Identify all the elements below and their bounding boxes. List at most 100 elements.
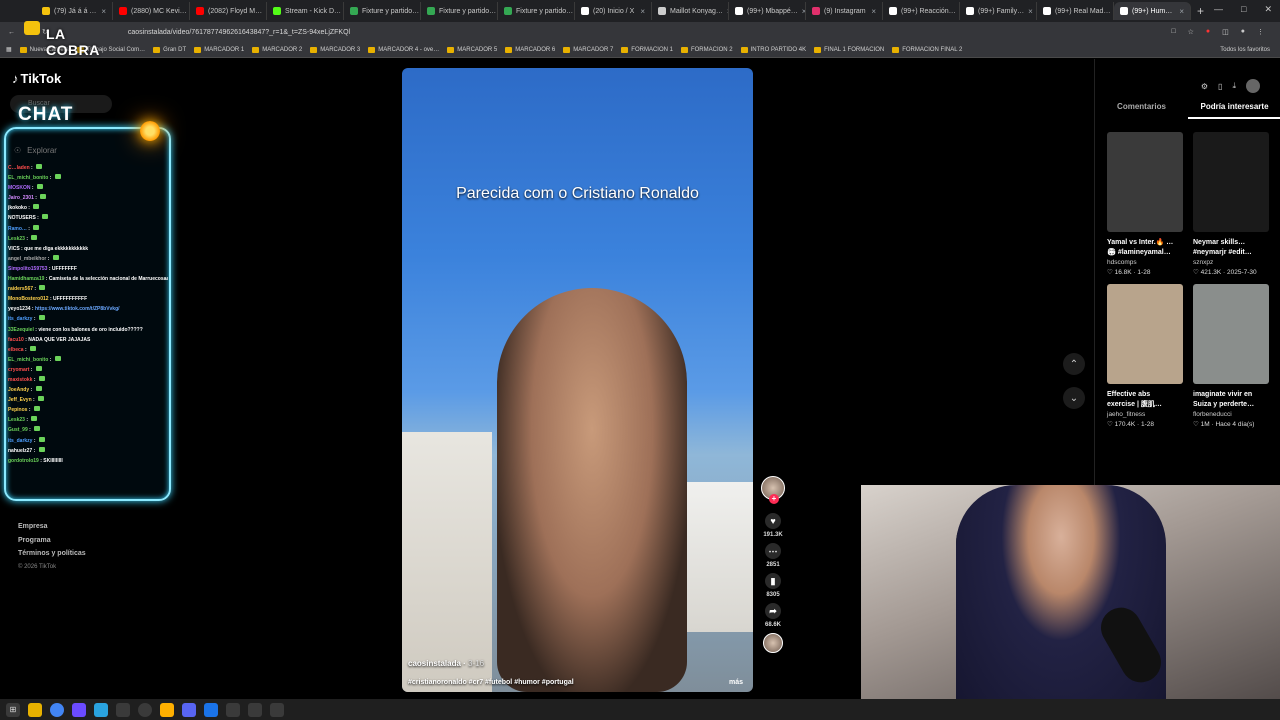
video-thumbnail[interactable] <box>1193 284 1269 384</box>
extensions-menu-icon[interactable]: ◫ <box>1222 28 1229 36</box>
video-hashtags[interactable]: #cristianoronaldo #cr7 #futebol #humor #… <box>408 679 574 686</box>
extension-icon[interactable]: ● <box>1206 28 1210 36</box>
browser-tab[interactable]: (9) Instagram × <box>806 2 883 20</box>
chevron-up-icon[interactable]: ⌃ <box>1063 353 1085 375</box>
profile-icon[interactable]: ● <box>1241 28 1245 36</box>
sound-avatar[interactable] <box>763 633 783 653</box>
tab-podria-interesarte[interactable]: Podría interesarte <box>1188 102 1280 119</box>
close-icon[interactable]: ✕ <box>1264 4 1272 15</box>
browser-tab[interactable]: (99+) Mbappé… × <box>729 2 806 20</box>
browser-tab[interactable]: Fixture y partido…× <box>344 2 421 20</box>
video-player[interactable]: Parecida com o Cristiano Ronaldo caosins… <box>402 68 753 692</box>
recommended-video-card[interactable]: Effective abs exercise | 腹肌… jaeho_fitness… <box>1107 284 1183 430</box>
tab-close-icon[interactable]: × <box>101 7 106 16</box>
recommended-video-card[interactable]: imaginate vivir en Suiza y perderte… florb… <box>1193 284 1269 430</box>
bookmark-item[interactable]: FORMACION FINAL 2 <box>892 46 962 53</box>
discord-icon[interactable] <box>182 702 196 717</box>
bookmark-item[interactable]: FORMACION 2 <box>680 46 733 53</box>
browser-tab[interactable]: (20) Inicio / X × <box>575 2 652 20</box>
tiktok-logo[interactable]: ♪ TikTok <box>12 71 61 86</box>
bookmark-item[interactable]: MARCADOR 2 <box>252 46 302 53</box>
browser-tab[interactable]: (99+) Real Mad…× <box>1037 2 1114 20</box>
menu-icon[interactable]: ⋮ <box>1257 28 1264 36</box>
footer-link-terminos[interactable]: Términos y políticas <box>18 547 86 561</box>
tab-close-icon[interactable]: × <box>640 7 645 16</box>
more-button[interactable]: más <box>729 679 743 686</box>
bookmark-item[interactable]: MARCADOR 6 <box>505 46 555 53</box>
video-actions: + ♥ 191.3K ⋯ 2851 ▮ 8305 ➦ 68.6K <box>758 476 788 653</box>
footer-link-programa[interactable]: Programa <box>18 534 86 548</box>
obs-icon[interactable] <box>138 702 152 717</box>
nav-explorar[interactable]: ☉ Explorar <box>14 146 57 155</box>
steam-icon[interactable] <box>116 702 130 717</box>
share-button[interactable]: ➦ 68.6K <box>764 603 781 628</box>
bookmark-item[interactable]: INTRO PARTIDO 4K <box>740 46 806 53</box>
new-tab-icon[interactable]: + <box>1197 4 1204 18</box>
app-icon[interactable] <box>72 702 86 717</box>
card-author[interactable]: hdscomps <box>1107 258 1183 268</box>
chevron-down-icon[interactable]: ⌄ <box>1063 387 1085 409</box>
all-bookmarks[interactable]: Todos los favoritos <box>1220 47 1280 53</box>
like-button[interactable]: ♥ 191.3K <box>763 513 783 538</box>
browser-tab[interactable]: (2082) Floyd M…× <box>190 2 267 20</box>
device-icon[interactable]: ▯ <box>1218 82 1222 91</box>
tab-close-icon[interactable]: × <box>871 7 876 16</box>
browser-tab[interactable]: Fixture y partido…× <box>421 2 498 20</box>
browser-tab[interactable]: (99+) Hum… × <box>1114 2 1191 20</box>
recommended-video-card[interactable]: Yamal vs Inter.🔥 … 🏟 #lamineyamal… hdscomp… <box>1107 132 1183 278</box>
browser-icon[interactable] <box>204 702 218 717</box>
bookmark-item[interactable]: MARCADOR 4 - ove… <box>368 46 439 53</box>
bookmark-item[interactable]: MARCADOR 5 <box>447 46 497 53</box>
chat-username: jkokoko <box>8 205 27 212</box>
app-icon-2[interactable] <box>160 702 174 717</box>
profile-avatar[interactable] <box>1246 79 1260 93</box>
card-author[interactable]: sznxpz <box>1193 258 1269 268</box>
video-thumbnail[interactable] <box>1193 132 1269 232</box>
author-avatar[interactable]: + <box>761 476 785 504</box>
chat-username: its_darkzy <box>8 437 33 444</box>
browser-tab[interactable]: (2880) MC Kevi…× <box>113 2 190 20</box>
calc-icon[interactable] <box>270 702 284 717</box>
bookmark-item[interactable]: FORMACION 1 <box>621 46 673 53</box>
browser-tab[interactable]: (79) Já á á … × <box>36 2 113 20</box>
browser-tab[interactable]: (99+) Family… × <box>960 2 1037 20</box>
settings-icon[interactable]: ⚙ <box>1201 82 1208 91</box>
card-title: Effective abs <box>1107 391 1151 398</box>
folder-icon[interactable] <box>28 702 42 717</box>
start-icon[interactable]: ⊞ <box>6 702 20 717</box>
card-author[interactable]: jaeho_fitness <box>1107 410 1183 420</box>
minimize-icon[interactable]: — <box>1214 4 1223 15</box>
comment-button[interactable]: ⋯ 2851 <box>765 543 781 568</box>
bookmark-item[interactable]: Gran DT <box>153 46 186 53</box>
browser-tab[interactable]: Fixture y partido…× <box>498 2 575 20</box>
download-icon[interactable]: ⤓ <box>1232 81 1236 91</box>
tiktok-app-icon[interactable] <box>226 702 240 717</box>
maximize-icon[interactable]: □ <box>1241 4 1246 15</box>
follow-plus-icon[interactable]: + <box>769 494 779 504</box>
card-author[interactable]: florbeneducci <box>1193 410 1269 420</box>
tab-comentarios[interactable]: Comentarios <box>1095 102 1188 119</box>
recommended-video-card[interactable]: Neymar skills… #neymarjr #edit… sznxpz ♡ 42… <box>1193 132 1269 278</box>
footer-link-empresa[interactable]: Empresa <box>18 520 86 534</box>
telegram-icon[interactable] <box>94 702 108 717</box>
video-author[interactable]: caosinstalada · 3-16 <box>408 659 484 668</box>
url-field[interactable]: caosinstalada/video/7617877496261643847?… <box>128 29 350 36</box>
star-icon[interactable]: ☆ <box>1188 28 1194 36</box>
browser-tab[interactable]: Maillot Konyag…× <box>652 2 729 20</box>
browser-tab[interactable]: Stream - Kick D…× <box>267 2 344 20</box>
apps-icon[interactable]: ▦ <box>6 46 12 53</box>
tab-close-icon[interactable]: × <box>1179 7 1184 16</box>
tab-close-icon[interactable]: × <box>1028 7 1033 16</box>
video-thumbnail[interactable] <box>1107 284 1183 384</box>
bookmark-item[interactable]: MARCADOR 3 <box>310 46 360 53</box>
bookmark-item[interactable]: FINAL 1 FORMACION <box>814 46 884 53</box>
bookmark-item[interactable]: MARCADOR 7 <box>563 46 613 53</box>
back-icon[interactable]: ← <box>8 29 15 36</box>
bookmark-item[interactable]: MARCADOR 1 <box>194 46 244 53</box>
browser-tab[interactable]: (99+) Reacción…× <box>883 2 960 20</box>
chrome-icon[interactable] <box>50 702 64 717</box>
install-icon[interactable]: □ <box>1171 28 1175 36</box>
notes-icon[interactable] <box>248 702 262 717</box>
save-button[interactable]: ▮ 8305 <box>765 573 781 598</box>
video-thumbnail[interactable] <box>1107 132 1183 232</box>
